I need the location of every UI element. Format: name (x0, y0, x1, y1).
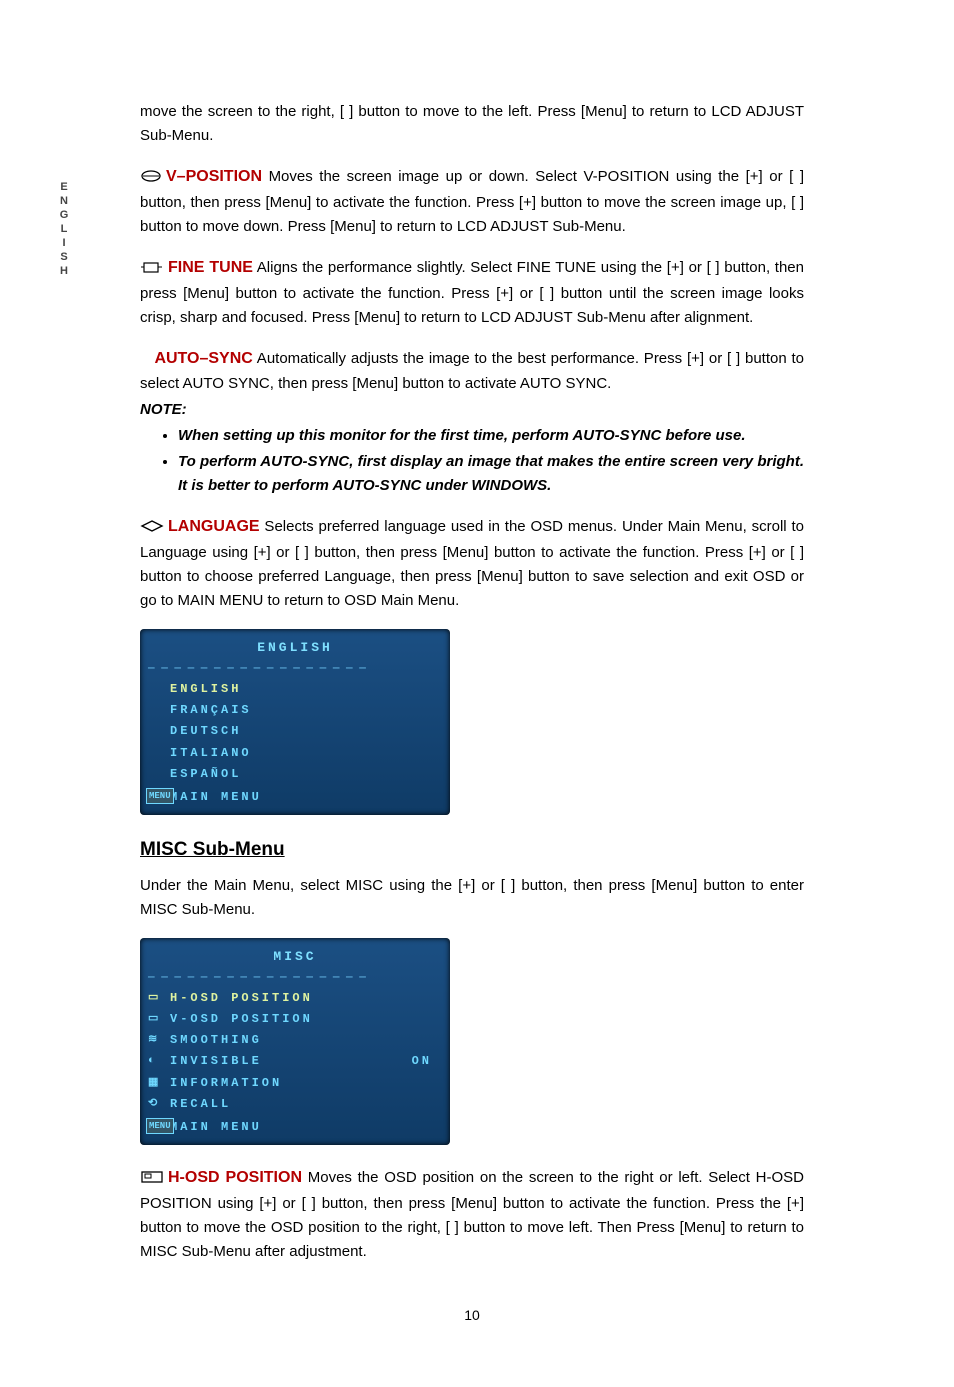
autosync-notes: When setting up this monitor for the fir… (160, 424, 804, 498)
osd-item-smoothing: ≋SMOOTHING (140, 1030, 450, 1051)
note-item: When setting up this monitor for the fir… (178, 424, 804, 448)
note-label: NOTE: (140, 398, 804, 422)
osd-footer-label: MAIN MENU (170, 790, 262, 804)
osd-item-italiano: ITALIANO (140, 743, 450, 764)
osd-item-recall: ⟲RECALL (140, 1094, 450, 1115)
osd-item-deutsch: DEUTSCH (140, 721, 450, 742)
osd-item-invisible: ◐INVISIBLEON (140, 1051, 450, 1072)
misc-heading: MISC Sub-Menu (140, 835, 804, 865)
note-item: To perform AUTO-SYNC, first display an i… (178, 450, 804, 498)
row-icon: ⟲ (148, 1096, 160, 1114)
row-icon: ≋ (148, 1032, 160, 1050)
autosync-block: AUTO–SYNC Automatically adjusts the imag… (140, 346, 804, 498)
language-tab: E N G L I S H (58, 180, 70, 278)
page-number: 10 (140, 1304, 804, 1326)
vposition-icon (140, 167, 162, 191)
osd-item-english: ENGLISH (140, 679, 450, 700)
osd-footer-label: MAIN MENU (170, 1120, 262, 1134)
row-icon: ▦ (148, 1075, 161, 1093)
language-title: LANGUAGE (168, 518, 260, 535)
row-icon: ◐ (148, 1053, 158, 1071)
lang-letter: I (58, 236, 70, 250)
lang-letter: H (58, 264, 70, 278)
lang-letter: L (58, 222, 70, 236)
osd-item-espanol: ESPAÑOL (140, 764, 450, 785)
autosync-title: AUTO–SYNC (154, 350, 252, 367)
menu-icon: MENU (146, 788, 174, 804)
osd-item-information: ▦INFORMATION (140, 1073, 450, 1094)
language-icon (140, 517, 164, 541)
osd-item-hosd: ▭H-OSD POSITION (140, 988, 450, 1009)
hosd-para: H-OSD POSITION Moves the OSD position on… (140, 1165, 804, 1264)
osd-divider: — — — — — — — — — — — — — — — — — (140, 970, 450, 988)
vposition-para: V–POSITION Moves the screen image up or … (140, 164, 804, 239)
menu-icon: MENU (146, 1118, 174, 1134)
misc-intro: Under the Main Menu, select MISC using t… (140, 874, 804, 922)
finetune-icon (140, 258, 164, 282)
osd-footer: MENU MAIN MENU (140, 785, 450, 809)
row-icon: ▭ (148, 1011, 161, 1029)
language-para: LANGUAGE Selects preferred language used… (140, 514, 804, 613)
lang-letter: G (58, 208, 70, 222)
lang-letter: N (58, 194, 70, 208)
osd-language-menu: ENGLISH — — — — — — — — — — — — — — — — … (140, 629, 450, 816)
finetune-title: FINE TUNE (168, 259, 253, 276)
osd-misc-menu: MISC — — — — — — — — — — — — — — — — — ▭… (140, 938, 450, 1146)
lang-letter: S (58, 250, 70, 264)
row-icon: ▭ (148, 990, 161, 1008)
body-content: move the screen to the right, [ ] button… (140, 100, 804, 1327)
hosd-title: H-OSD POSITION (168, 1169, 302, 1186)
hosd-icon (140, 1168, 164, 1192)
document-page: E N G L I S H move the screen to the rig… (0, 0, 954, 1387)
osd-item-vosd: ▭V-OSD POSITION (140, 1009, 450, 1030)
intro-continued: move the screen to the right, [ ] button… (140, 100, 804, 148)
osd-title: ENGLISH (140, 635, 450, 662)
osd-footer: MENU MAIN MENU (140, 1115, 450, 1139)
osd-item-francais: FRANÇAIS (140, 700, 450, 721)
osd-title: MISC (140, 944, 450, 971)
osd-item-value: ON (412, 1052, 432, 1071)
finetune-para: FINE TUNE Aligns the performance slightl… (140, 255, 804, 330)
osd-divider: — — — — — — — — — — — — — — — — — (140, 661, 450, 679)
vposition-title: V–POSITION (166, 168, 262, 185)
lang-letter: E (58, 180, 70, 194)
